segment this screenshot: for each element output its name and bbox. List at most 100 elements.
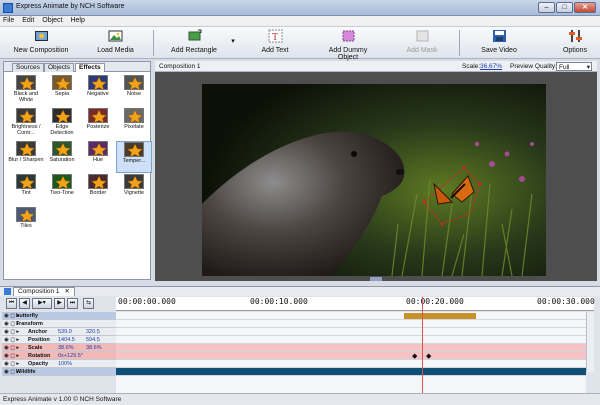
effects-panel: Sources Objects Effects Black and White S… [3,61,152,280]
effect-item[interactable]: Edge Detection [44,108,80,140]
tab-sources[interactable]: Sources [12,63,44,72]
timeline-scrollbar[interactable] [586,312,594,372]
menu-file[interactable]: File [0,16,17,25]
track-row[interactable]: ◉ ◻ ▸ Rotation 0x+129.5° [2,352,116,360]
add-rectangle-dropdown-icon[interactable]: ▾ [229,37,237,45]
track-controls-icon[interactable]: ◉ ◻ ▸ [4,328,19,336]
timeline-tab-composition[interactable]: Composition 1 ✕ [13,287,75,296]
track-value[interactable]: 594.5 [86,336,100,344]
add-text-button[interactable]: T Add Text [256,29,294,57]
timeline-ruler[interactable]: 00:00:00.000 00:00:10.000 00:00:20.000 0… [116,297,595,311]
track-row[interactable]: ◉ ◻ ▸ butterfly [2,312,116,320]
track-value[interactable]: 0x+129.5° [58,352,83,360]
menu-edit[interactable]: Edit [19,16,37,25]
timeline-tab-label: Composition 1 [18,288,60,295]
scale-value-link[interactable]: 36.67% [480,63,502,70]
add-dummy-object-button[interactable]: Add Dummy Object [318,29,378,61]
effect-item[interactable]: Blur / Sharpen [8,141,44,173]
track-row[interactable]: ◉ ◻ ▸ Wildlife [2,368,116,376]
track-controls-icon[interactable]: ◉ ◻ ▸ [4,336,19,344]
maximize-button[interactable]: □ [556,2,573,13]
load-media-button[interactable]: Load Media [88,29,143,57]
keyframe-tool-icon[interactable]: ⇆ [83,298,94,309]
track-value[interactable]: 38.6% [58,344,74,352]
effect-item[interactable]: Brightness / Contr... [8,108,44,140]
new-composition-button[interactable]: New Composition [6,29,76,57]
playhead[interactable] [422,297,423,394]
effect-item[interactable]: Hue [80,141,116,173]
track-controls-icon[interactable]: ◉ ◻ ▸ [4,360,19,368]
track-area[interactable]: ◆ ◆ [116,297,586,394]
effect-item[interactable]: Vignette [116,174,152,206]
preview-quality-select[interactable]: Full ▾ [556,62,592,71]
keyframe-icon[interactable]: ◆ [412,352,417,360]
effect-item[interactable]: Border [80,174,116,206]
ruler-tick: 00:00:30.000 [537,297,595,306]
effect-label: Posterize [86,124,110,130]
add-mask-label: Add Mask [406,47,438,54]
track-row[interactable]: ◉ ◻ ▸ Transform [2,320,116,328]
go-to-end-icon[interactable]: ⏭ [67,298,78,309]
track-value[interactable]: 539.0 [58,328,72,336]
star-icon [16,207,36,223]
play-icon[interactable]: ▶▾ [32,298,52,309]
track-list: ◉ ◻ ▸ butterfly ◉ ◻ ▸ Transform ◉ ◻ ▸ Anchor 5… [2,312,116,394]
track-row[interactable]: ◉ ◻ ▸ Scale 38.6% 38.6% [2,344,116,352]
playback-controls: ⏮ ◀ ▶▾ ▶ ⏭ ⇆ [0,297,115,311]
effect-item[interactable]: Temper... [116,141,152,173]
save-video-icon [492,30,506,42]
add-rectangle-button[interactable]: Add Rectangle [168,29,220,57]
star-icon [16,174,36,190]
star-icon [124,108,144,124]
effect-item[interactable]: Tint [8,174,44,206]
step-back-icon[interactable]: ◀ [19,298,30,309]
effect-item[interactable]: Sepia [44,75,80,107]
effect-item[interactable]: Two-Tone [44,174,80,206]
effect-label: Sepia [54,91,70,97]
splitter-handle[interactable] [370,277,382,281]
minimize-button[interactable]: – [538,2,555,13]
tab-effects[interactable]: Effects [75,63,105,72]
track-value[interactable]: 38.6% [86,344,102,352]
effect-item[interactable]: Negative [80,75,116,107]
effect-item[interactable]: Noise [116,75,152,107]
title-bar: Express Animate by NCH Software – □ ✕ [0,0,600,16]
save-video-label: Save Video [481,47,517,54]
effect-label: Edge Detection [50,124,74,136]
effect-item[interactable]: Black and White [8,75,44,107]
close-button[interactable]: ✕ [574,2,596,13]
track-controls-icon[interactable]: ◉ ◻ ▸ [4,344,19,352]
effect-item[interactable]: Tiles [8,207,44,239]
composition-title: Composition 1 [159,63,201,70]
timeline-lane [116,320,586,328]
load-media-label: Load Media [97,47,134,54]
track-value[interactable]: 320.5 [86,328,100,336]
effect-item[interactable]: Saturation [44,141,80,173]
close-tab-icon[interactable]: ✕ [64,288,69,295]
tab-objects[interactable]: Objects [44,63,75,72]
add-mask-button[interactable]: Add Mask [402,29,442,57]
options-button[interactable]: Options [556,29,594,57]
star-icon [16,108,36,124]
track-row[interactable]: ◉ ◻ ▸ Anchor 539.0 320.5 [2,328,116,336]
track-row[interactable]: ◉ ◻ ▸ Position 1404.5 594.5 [2,336,116,344]
track-value[interactable]: 1404.5 [58,336,75,344]
effect-label: Vignette [123,190,145,196]
go-to-start-icon[interactable]: ⏮ [6,298,17,309]
keyframe-icon[interactable]: ◆ [426,352,431,360]
track-name: Transform [16,321,43,327]
composition-canvas[interactable] [202,84,546,276]
add-rectangle-label: Add Rectangle [171,47,217,54]
effect-label: Negative [87,91,109,97]
save-video-button[interactable]: Save Video [476,29,522,57]
menu-object[interactable]: Object [39,16,65,25]
track-row[interactable]: ◉ ◻ ▸ Opacity 100% [2,360,116,368]
track-controls-icon[interactable]: ◉ ◻ ▸ [4,352,19,360]
clip-bar[interactable] [404,313,476,319]
step-forward-icon[interactable]: ▶ [54,298,65,309]
effect-item[interactable]: Posterize [80,108,116,140]
menu-help[interactable]: Help [67,16,87,25]
timeline-lane [116,368,586,376]
track-value[interactable]: 100% [58,360,72,368]
effect-item[interactable]: Pixelate [116,108,152,140]
